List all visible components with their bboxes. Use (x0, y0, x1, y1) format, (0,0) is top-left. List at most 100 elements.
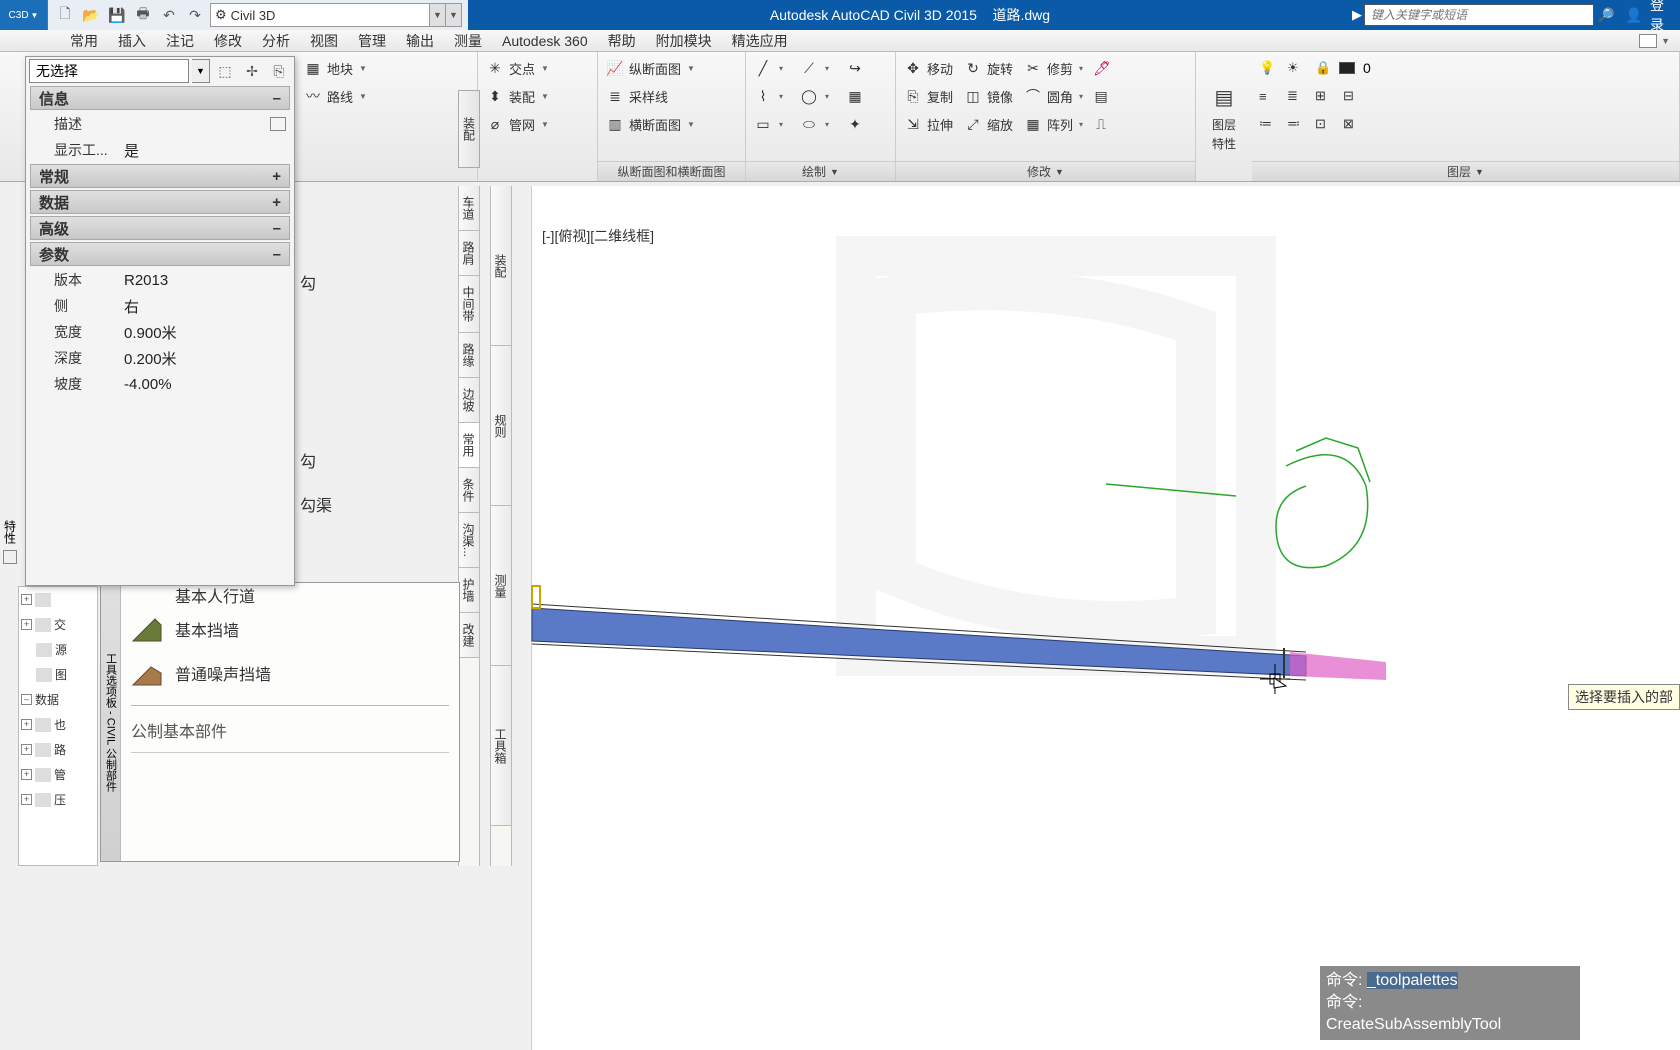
tp-item-wall[interactable]: 基本挡墙 (131, 607, 449, 651)
vpal-assembly[interactable]: 装配 (458, 90, 480, 168)
layer-bulb-button[interactable]: 💡 (1255, 55, 1279, 81)
rotate-button[interactable]: ↻旋转 (959, 55, 1017, 81)
parcel-button[interactable]: ▦地块▼ (299, 55, 371, 81)
vtab-curb[interactable]: 路缘 (459, 333, 479, 378)
menu-insert[interactable]: 插入 (108, 30, 156, 52)
color-swatch[interactable] (1339, 62, 1355, 74)
arc-button[interactable]: ⟋▾ (795, 55, 835, 81)
tree-row[interactable]: 源 (19, 637, 97, 662)
row-slope[interactable]: 坡度-4.00% (26, 371, 294, 397)
vtab-median[interactable]: 中间带 (459, 276, 479, 333)
tree-row[interactable]: 图 (19, 662, 97, 687)
command-line[interactable]: 命令: _toolpalettes 命令: CreateSubAssemblyT… (1320, 966, 1580, 1040)
expand-icon[interactable]: + (21, 769, 32, 780)
login-button[interactable]: 登录 (1650, 4, 1674, 26)
vtab-slope[interactable]: 边坡 (459, 378, 479, 423)
vtab-rules[interactable]: 规则 (491, 346, 511, 506)
selectobj-button[interactable]: ⎘ (267, 59, 291, 83)
workspace-selector[interactable]: ⚙ Civil 3D (210, 3, 430, 27)
trim-button[interactable]: ✂修剪▾ (1019, 55, 1087, 81)
menu-home[interactable]: 常用 (60, 30, 108, 52)
layer-btn-1[interactable]: ≡ (1255, 83, 1279, 109)
row-version[interactable]: 版本R2013 (26, 267, 294, 293)
save-button[interactable]: 💾 (106, 4, 128, 26)
menu-annotate[interactable]: 注记 (156, 30, 204, 52)
tp-item-noise-wall[interactable]: 普通噪声挡墙 (131, 651, 449, 695)
rect-button[interactable]: ▭▾ (749, 111, 789, 137)
expand-icon[interactable]: + (21, 594, 32, 605)
undo-button[interactable]: ↶ (158, 4, 180, 26)
workspace-dropdown-2[interactable]: ▼ (446, 3, 462, 27)
point-button[interactable]: ✦ (841, 111, 881, 137)
hatch-button[interactable]: ▦ (841, 83, 881, 109)
vtab-rehab[interactable]: 改建 (459, 613, 479, 658)
tree-row[interactable]: +交 (19, 612, 97, 637)
row-side[interactable]: 侧右 (26, 293, 294, 319)
print-button[interactable]: 🖶 (132, 4, 154, 26)
expand-icon[interactable]: + (21, 719, 32, 730)
vtab-lane[interactable]: 车道 (459, 186, 479, 231)
explode-button[interactable]: ▤ (1089, 83, 1113, 109)
sectionview-button[interactable]: ▥横断面图▼ (601, 111, 699, 137)
toolpalette-spine[interactable]: 工具选项板 - CIVIL 公制部件 (101, 583, 121, 861)
pipenet-button[interactable]: ⌀管网▼ (481, 111, 553, 137)
panel-title-draw[interactable]: 绘制▼ (746, 161, 895, 181)
vtab-cond[interactable]: 条件 (459, 468, 479, 513)
vtab-common[interactable]: 常用 (459, 423, 479, 468)
layer-btn-5[interactable]: ≔ (1255, 111, 1279, 137)
tree-row-data[interactable]: –数据 (19, 687, 97, 712)
cat-info[interactable]: 信息– (30, 86, 290, 110)
collapse-icon[interactable]: – (21, 694, 32, 705)
quickselect-button[interactable]: ⬚ (213, 59, 237, 83)
ellipse-button[interactable]: ⬭▾ (795, 111, 835, 137)
offset-button[interactable]: ⎍ (1089, 111, 1113, 137)
layer-btn-7[interactable]: ⊡ (1311, 111, 1335, 137)
new-button[interactable]: 🗋 (54, 4, 76, 26)
menu-help[interactable]: 帮助 (598, 30, 646, 52)
menu-analyze[interactable]: 分析 (252, 30, 300, 52)
menu-survey[interactable]: 测量 (444, 30, 492, 52)
tp-item-sidewalk[interactable]: 基本人行道 (131, 583, 449, 607)
search-icon[interactable]: 🔎 (1594, 4, 1618, 26)
open-button[interactable]: 📂 (80, 4, 102, 26)
menu-view[interactable]: 视图 (300, 30, 348, 52)
erase-button[interactable]: 🖊 (1089, 55, 1113, 81)
panel-title-layer[interactable]: 图层▼ (1252, 161, 1679, 181)
layers-button[interactable]: ▤图层 (1201, 82, 1247, 133)
menu-a360[interactable]: Autodesk 360 (492, 30, 598, 52)
pickadd-button[interactable]: ✢ (240, 59, 264, 83)
menu-addons[interactable]: 附加模块 (646, 30, 722, 52)
assembly-button[interactable]: ⬍装配▼ (481, 83, 553, 109)
edit-icon[interactable] (270, 117, 286, 131)
ribbon-view-control[interactable]: ▼ (1639, 34, 1670, 48)
copy-button[interactable]: ⎘复制 (899, 83, 957, 109)
expand-icon[interactable]: + (21, 744, 32, 755)
layer-btn-8[interactable]: ⊠ (1339, 111, 1363, 137)
selection-dropdown[interactable]: 无选择 (29, 59, 189, 83)
cat-params[interactable]: 参数– (30, 242, 290, 266)
layer-btn-2[interactable]: ≣ (1283, 83, 1307, 109)
menu-modify[interactable]: 修改 (204, 30, 252, 52)
vtab-survey[interactable]: 测量 (491, 506, 511, 666)
options-icon[interactable] (3, 550, 17, 564)
cat-advanced[interactable]: 高级– (30, 216, 290, 240)
row-show[interactable]: 显示工...是 (26, 137, 294, 163)
vtab-assembly[interactable]: 装配 (491, 186, 511, 346)
move-button[interactable]: ✥移动 (899, 55, 957, 81)
cat-general[interactable]: 常规+ (30, 164, 290, 188)
properties-button[interactable]: 特性 (1201, 135, 1247, 152)
search-input[interactable] (1364, 4, 1594, 26)
vtab-wall[interactable]: 护墙 (459, 568, 479, 613)
panel-title-modify[interactable]: 修改▼ (896, 161, 1195, 181)
drawing-canvas[interactable]: [-][俯视][二维线框] 6 选择要插入的部 (516, 186, 1680, 1050)
circle-button[interactable]: ◯▾ (795, 83, 835, 109)
mirror-button[interactable]: ◫镜像 (959, 83, 1017, 109)
menu-featured[interactable]: 精选应用 (722, 30, 798, 52)
scale-button[interactable]: ⤢缩放 (959, 111, 1017, 137)
layer-freeze-button[interactable]: ☀ (1283, 55, 1307, 81)
redo-button[interactable]: ↷ (184, 4, 206, 26)
app-menu-button[interactable]: C3D▼ (0, 0, 48, 30)
layer-btn-4[interactable]: ⊟ (1339, 83, 1363, 109)
fillet-button[interactable]: ⌒圆角▾ (1019, 83, 1087, 109)
array-button[interactable]: ▦阵列▾ (1019, 111, 1087, 137)
